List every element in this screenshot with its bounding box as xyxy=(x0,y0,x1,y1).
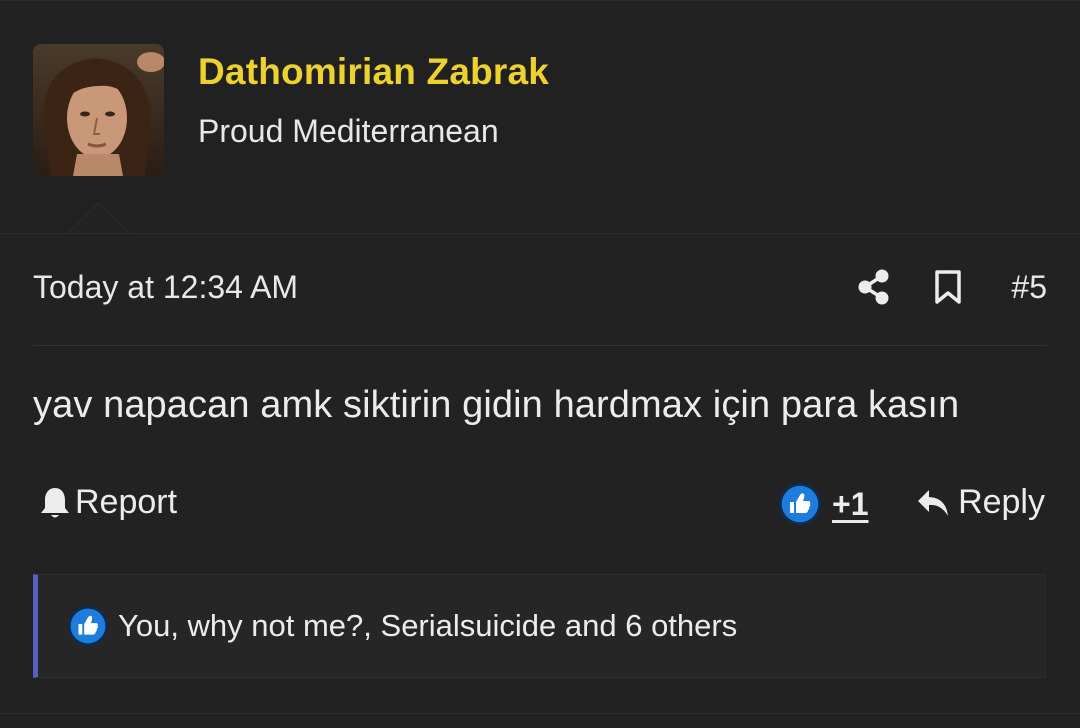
divider xyxy=(33,345,1047,346)
bottom-divider xyxy=(0,713,1080,714)
reactions-text[interactable]: You, why not me?, Serialsuicide and 6 ot… xyxy=(118,608,737,644)
post-meta: Today at 12:34 AM #5 xyxy=(33,265,1047,311)
user-title: Proud Mediterranean xyxy=(198,113,499,149)
bookmark-icon[interactable] xyxy=(933,269,963,305)
bell-icon xyxy=(41,487,69,517)
forum-post: Dathomirian Zabrak Proud Mediterranean T… xyxy=(0,0,1080,728)
reply-arrow-icon xyxy=(918,489,949,516)
post-message: yav napacan amk siktirin gidin hardmax i… xyxy=(33,384,960,426)
username[interactable]: Dathomirian Zabrak xyxy=(198,51,549,93)
reactions-bar[interactable]: You, why not me?, Serialsuicide and 6 ot… xyxy=(33,574,1046,678)
thumbs-up-icon xyxy=(68,606,108,646)
post-number[interactable]: #5 xyxy=(1011,269,1047,306)
like-count[interactable]: +1 xyxy=(832,486,868,523)
post-timestamp[interactable]: Today at 12:34 AM xyxy=(33,269,298,306)
avatar[interactable] xyxy=(33,44,164,176)
avatar-image xyxy=(33,44,164,176)
post-actions: Report +1 Reply xyxy=(33,481,1047,531)
report-label: Report xyxy=(75,483,178,521)
thumbs-up-icon[interactable] xyxy=(779,483,821,525)
reply-button[interactable]: Reply xyxy=(916,483,1045,522)
reply-label: Reply xyxy=(958,483,1045,521)
like-group: +1 xyxy=(779,483,868,525)
report-button[interactable]: Report xyxy=(39,483,177,522)
user-header: Dathomirian Zabrak Proud Mediterranean xyxy=(0,11,1080,234)
header-pointer xyxy=(68,202,130,233)
share-icon[interactable] xyxy=(858,269,890,305)
